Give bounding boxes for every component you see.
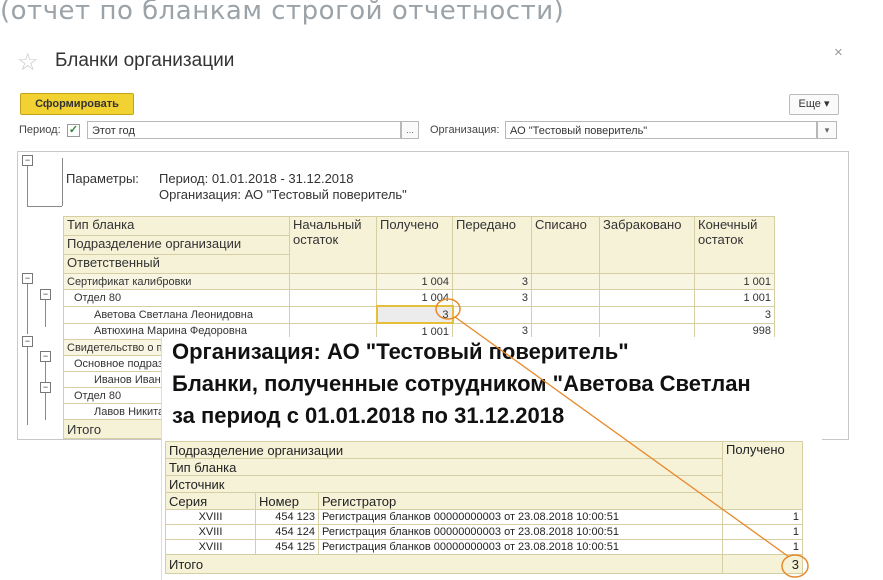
annotation-circle: [781, 554, 809, 578]
annotation-circle: [435, 298, 461, 320]
annotation-line: [454, 316, 790, 558]
annotation-overlay: [435, 298, 809, 578]
